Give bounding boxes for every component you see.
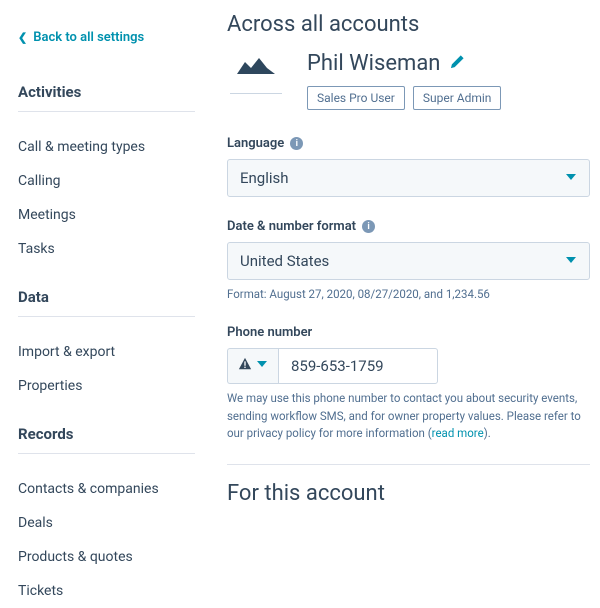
date-format-field: Date & number format i United States For… (227, 219, 590, 303)
sidebar-section-data: Data (18, 288, 195, 317)
date-format-value: United States (240, 252, 329, 270)
sidebar-item-call-meeting-types[interactable]: Call & meeting types (18, 130, 205, 164)
page-heading: Across all accounts (227, 12, 590, 37)
profile-block: Phil Wiseman Sales Pro User Super Admin (227, 51, 590, 110)
language-value: English (240, 169, 289, 187)
date-format-helper: Format: August 27, 2020, 08/27/2020, and… (227, 286, 590, 303)
main-panel: Across all accounts Phil Wiseman Sales P… (205, 0, 600, 572)
section-divider (227, 464, 590, 465)
sidebar-item-tickets[interactable]: Tickets (18, 574, 205, 608)
date-format-label: Date & number format (227, 219, 356, 234)
sidebar-section-activities: Activities (18, 83, 195, 112)
sidebar-item-deals[interactable]: Deals (18, 506, 205, 540)
sidebar-item-properties[interactable]: Properties (18, 369, 205, 403)
language-label: Language (227, 136, 284, 151)
info-icon[interactable]: i (290, 137, 303, 150)
avatar-divider (230, 93, 282, 94)
caret-down-icon (256, 358, 268, 374)
sidebar-item-products-quotes[interactable]: Products & quotes (18, 540, 205, 574)
phone-helper-pre: We may use this phone number to contact … (227, 391, 581, 440)
caret-down-icon (565, 252, 577, 270)
phone-helper-post: ). (484, 426, 491, 440)
sidebar-section-records: Records (18, 425, 195, 454)
phone-field: Phone number We may use this phone numbe… (227, 325, 590, 442)
settings-sidebar: ❮ Back to all settings Activities Call &… (0, 0, 205, 572)
chevron-left-icon: ❮ (18, 31, 27, 44)
subheading: For this account (227, 481, 590, 506)
caret-down-icon (565, 169, 577, 187)
phone-helper: We may use this phone number to contact … (227, 390, 590, 442)
phone-country-select[interactable] (227, 348, 278, 384)
badge-sales-pro: Sales Pro User (307, 86, 405, 110)
edit-name-icon[interactable] (450, 54, 465, 73)
sidebar-item-calling[interactable]: Calling (18, 164, 205, 198)
phone-input[interactable] (278, 348, 438, 384)
info-icon[interactable]: i (362, 220, 375, 233)
phone-label: Phone number (227, 325, 312, 340)
profile-name: Phil Wiseman (307, 51, 440, 76)
sidebar-item-tasks[interactable]: Tasks (18, 232, 205, 266)
sidebar-item-contacts-companies[interactable]: Contacts & companies (18, 472, 205, 506)
sidebar-item-import-export[interactable]: Import & export (18, 335, 205, 369)
account-logo (227, 51, 285, 81)
back-link-label: Back to all settings (33, 30, 144, 45)
language-select[interactable]: English (227, 159, 590, 197)
back-to-settings-link[interactable]: ❮ Back to all settings (18, 30, 205, 45)
sidebar-item-meetings[interactable]: Meetings (18, 198, 205, 232)
date-format-select[interactable]: United States (227, 242, 590, 280)
avatar-block (227, 51, 285, 94)
language-field: Language i English (227, 136, 590, 197)
warning-icon (238, 357, 252, 375)
phone-read-more-link[interactable]: read more (432, 426, 484, 440)
badge-super-admin: Super Admin (413, 86, 502, 110)
